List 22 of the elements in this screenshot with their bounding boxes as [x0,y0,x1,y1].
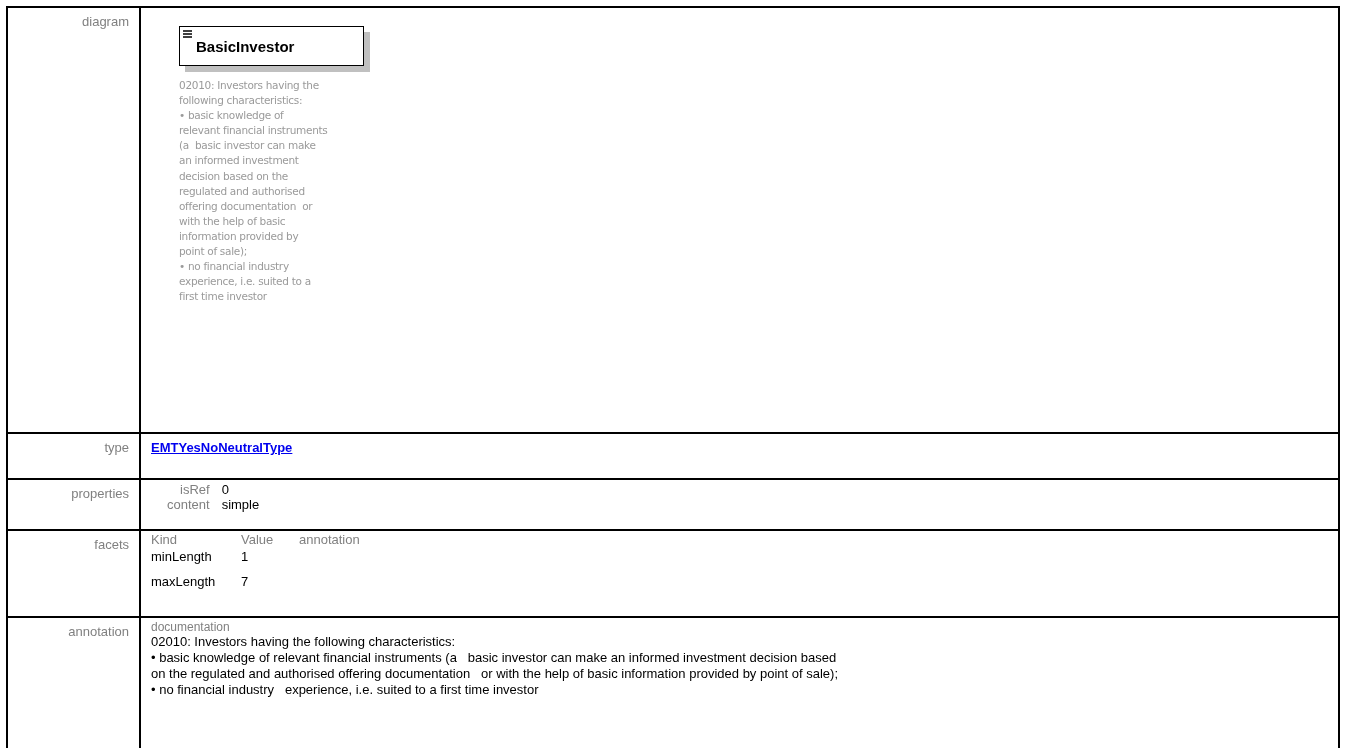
element-documentation: 02010: Investors having the following characteristics: • basic knowledge of relevant financial instruments (a basic investor can make an informed investment decision based on the regulated and authorised offering documentation or with the help of basic information provided by point of sale); • no financial industry experience, i.e. suited to a first time investor [179,78,329,305]
documentation-heading: documentation [151,620,231,634]
row-label: type [104,440,129,455]
row-label: diagram [82,14,129,29]
property-value: 0 [221,482,230,497]
row-label: facets [94,537,129,552]
property-name: content [167,497,210,512]
facet-column-header: Kind [151,533,179,547]
lines-icon [183,30,193,40]
property-value: simple [221,497,260,512]
documentation-text: 02010: Investors having the following characteristics: • basic knowledge of relevant financial instruments (a basic investor can make an informed investment decision based on the regulated and authorised offering documentation or with the help of basic information provided by point of sale); • no financial industry experience, i.e. suited to a first time investor [151,634,840,698]
facet-value: 1 [241,548,250,566]
type-link[interactable]: EMTYesNoNeutralType [151,440,293,455]
property-name: isRef [179,482,210,497]
facet-column-header: Value [241,533,275,547]
facet-kind: maxLength [151,573,217,591]
facet-value: 7 [241,573,250,591]
facet-kind: minLength [151,548,213,566]
facet-column-header: annotation [299,533,360,547]
row-label: annotation [68,624,129,639]
element-name: BasicInvestor [196,37,295,55]
row-label: properties [71,486,129,501]
